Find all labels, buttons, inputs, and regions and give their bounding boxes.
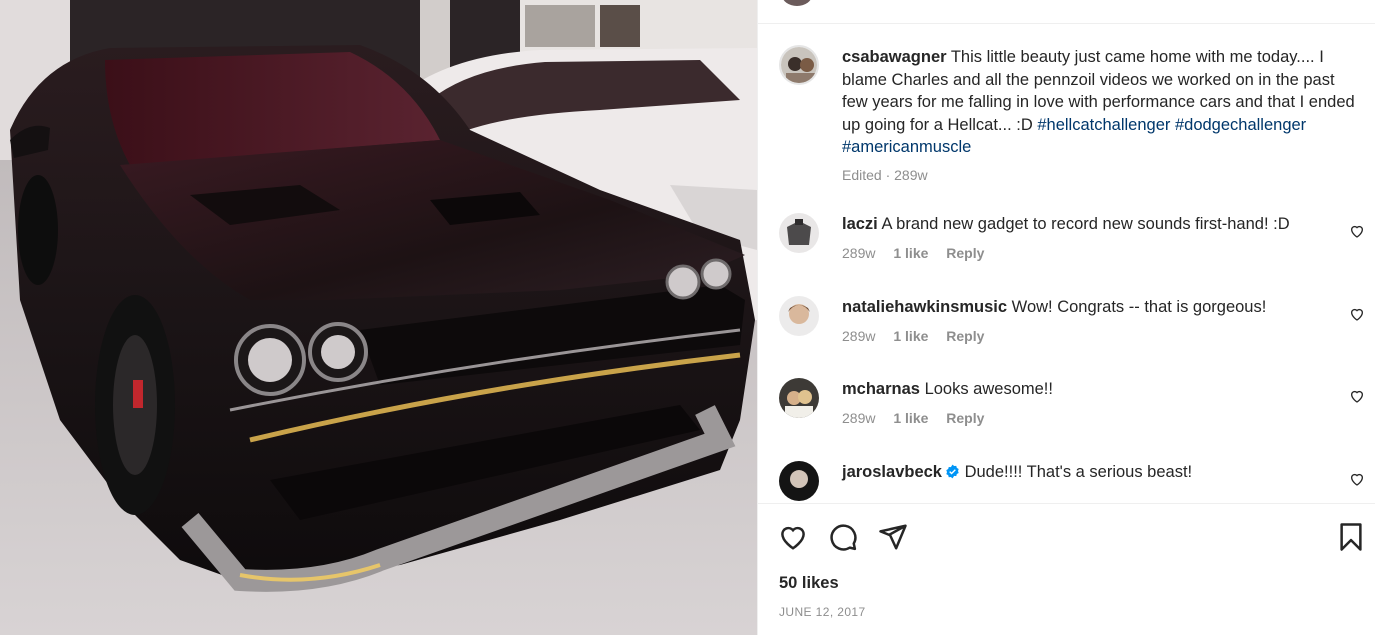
author-avatar[interactable] xyxy=(779,45,819,85)
heart-small-icon[interactable] xyxy=(1349,306,1365,322)
commenter-avatar[interactable] xyxy=(779,213,819,253)
post-date: JUNE 12, 2017 xyxy=(779,605,866,619)
post-photo[interactable] xyxy=(0,0,757,635)
comment-body: laczi A brand new gadget to record new s… xyxy=(842,213,1322,235)
comment-likes-count[interactable]: 1 like xyxy=(893,410,928,426)
comment-text: Looks awesome!! xyxy=(924,380,1053,398)
commenter-username[interactable]: mcharnas xyxy=(842,380,920,398)
commenter-avatar-image xyxy=(779,378,819,418)
hashtag-link[interactable]: #dodgechallenger xyxy=(1175,116,1306,134)
comment-item: jaroslavbeck Dude!!!! That's a serious b… xyxy=(758,461,1375,503)
comment-meta: 289w 1 like Reply xyxy=(842,410,998,426)
comment-bubble-icon[interactable] xyxy=(828,522,858,552)
likes-count[interactable]: 50 likes xyxy=(779,574,839,593)
comment-likes-count[interactable]: 1 like xyxy=(893,328,928,344)
reply-button[interactable]: Reply xyxy=(946,245,984,261)
post-header xyxy=(758,0,1375,24)
comment-text: A brand new gadget to record new sounds … xyxy=(881,215,1290,233)
comment-meta: 289w 1 like Reply xyxy=(842,328,998,344)
paper-plane-icon[interactable] xyxy=(878,522,908,552)
bookmark-icon[interactable] xyxy=(1336,522,1366,552)
comment-text: Dude!!!! That's a serious beast! xyxy=(964,463,1193,481)
heart-small-icon[interactable] xyxy=(1349,471,1365,487)
comment-item: nataliehawkinsmusic Wow! Congrats -- tha… xyxy=(758,296,1375,366)
comment-likes-count[interactable]: 1 like xyxy=(893,245,928,261)
comment-item: laczi A brand new gadget to record new s… xyxy=(758,213,1375,283)
heart-small-icon[interactable] xyxy=(1349,388,1365,404)
commenter-avatar[interactable] xyxy=(779,296,819,336)
comment-body: mcharnas Looks awesome!! xyxy=(842,378,1322,400)
verified-badge-icon xyxy=(946,464,959,479)
commenter-username[interactable]: nataliehawkinsmusic xyxy=(842,298,1007,316)
reply-button[interactable]: Reply xyxy=(946,328,984,344)
comment-body: jaroslavbeck Dude!!!! That's a serious b… xyxy=(842,461,1322,483)
author-avatar-image xyxy=(781,47,817,83)
commenter-avatar[interactable] xyxy=(779,461,819,501)
comment-age: 289w xyxy=(842,410,876,426)
post-caption: csabawagner This little beauty just came… xyxy=(842,46,1357,159)
commenter-username[interactable]: jaroslavbeck xyxy=(842,463,942,481)
comment-item: mcharnas Looks awesome!! 289w 1 like Rep… xyxy=(758,378,1375,448)
post-detail-panel: csabawagner This little beauty just came… xyxy=(757,0,1375,635)
hashtag-link[interactable]: #americanmuscle xyxy=(842,138,971,156)
author-username[interactable]: csabawagner xyxy=(842,48,947,66)
comments-scroll-area[interactable]: csabawagner This little beauty just came… xyxy=(758,24,1375,504)
commenter-avatar-image xyxy=(779,461,819,501)
hashtag-link[interactable]: #hellcatchallenger xyxy=(1037,116,1170,134)
heart-outline-icon[interactable] xyxy=(778,522,808,552)
comment-age: 289w xyxy=(842,328,876,344)
heart-small-icon[interactable] xyxy=(1349,223,1365,239)
comment-body: nataliehawkinsmusic Wow! Congrats -- tha… xyxy=(842,296,1322,318)
reply-button[interactable]: Reply xyxy=(946,410,984,426)
commenter-username[interactable]: laczi xyxy=(842,215,878,233)
header-avatar[interactable] xyxy=(782,0,812,6)
comment-text: Wow! Congrats -- that is gorgeous! xyxy=(1011,298,1267,316)
caption-edited-label: Edited · 289w xyxy=(842,167,928,183)
car-photo-image xyxy=(0,0,757,635)
comment-age: 289w xyxy=(842,245,876,261)
commenter-avatar-image xyxy=(779,296,819,336)
comment-meta: 289w 1 like Reply xyxy=(842,245,998,261)
commenter-avatar[interactable] xyxy=(779,378,819,418)
commenter-avatar-image xyxy=(779,213,819,253)
post-actions: 50 likes JUNE 12, 2017 xyxy=(758,504,1375,635)
